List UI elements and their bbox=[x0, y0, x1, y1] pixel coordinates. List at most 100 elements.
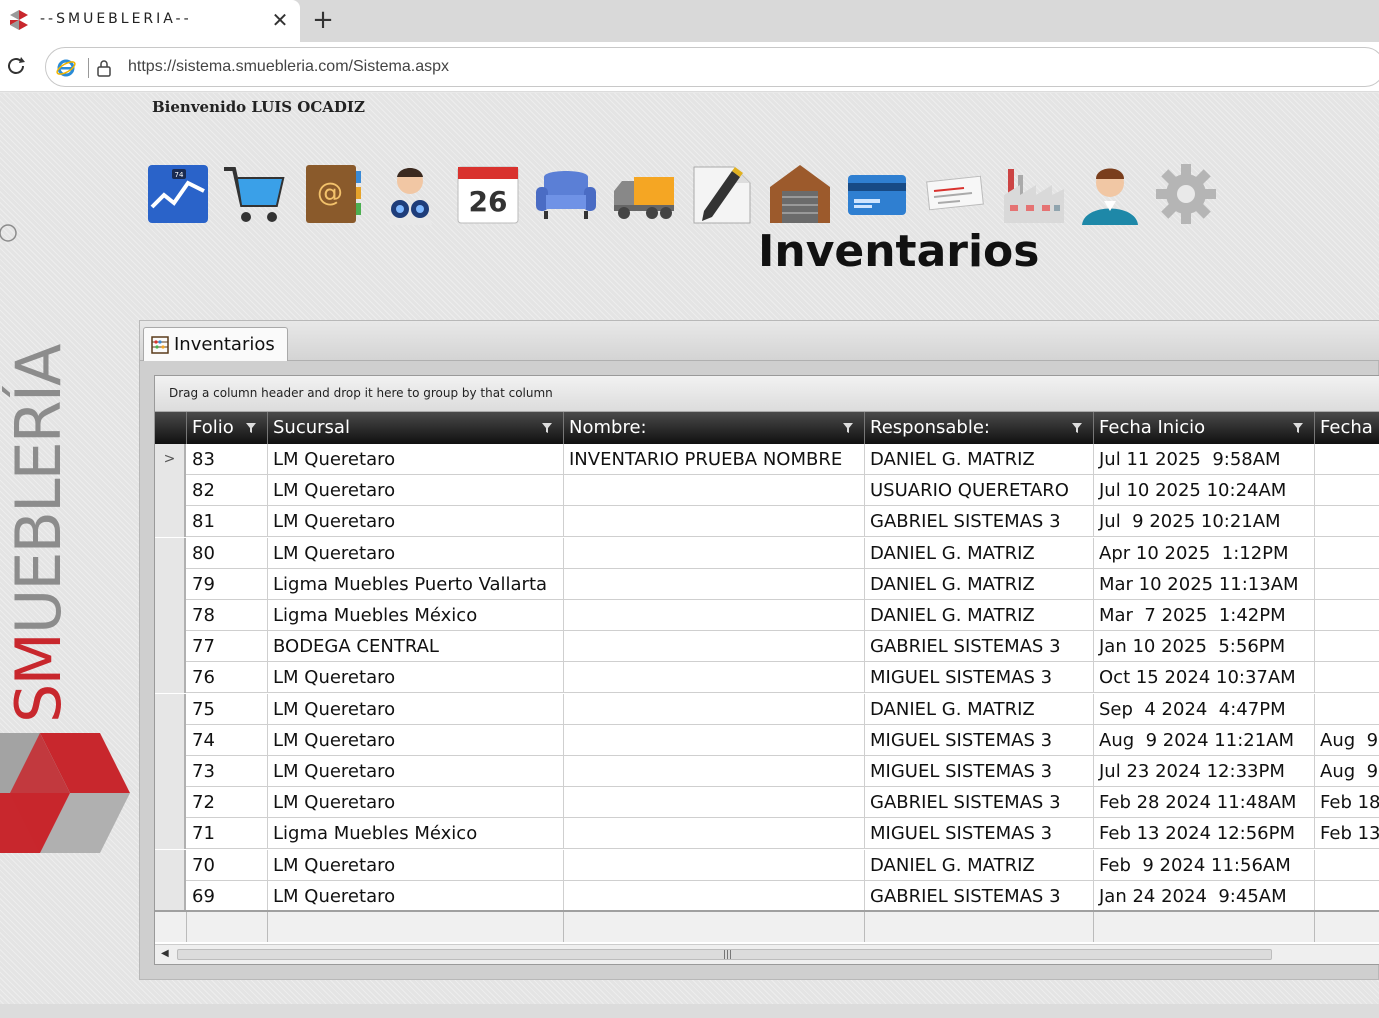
column-header-folio[interactable]: Folio bbox=[187, 412, 268, 444]
cell-sucursal[interactable]: LM Queretaro bbox=[268, 724, 564, 756]
table-row[interactable]: 78 Ligma Muebles México DANIEL G. MATRIZ Ma… bbox=[155, 600, 1379, 631]
cell-folio[interactable]: 73 bbox=[187, 756, 268, 787]
cell-folio[interactable]: 82 bbox=[187, 475, 268, 507]
cell-sucursal[interactable]: LM Queretaro bbox=[268, 537, 564, 569]
column-header-sucursal[interactable]: Sucursal bbox=[268, 412, 564, 444]
cell-fecha-inicio[interactable]: Aug 9 2024 11:21AM bbox=[1094, 724, 1315, 756]
horizontal-scrollbar[interactable]: ◀ ||| bbox=[155, 944, 1379, 964]
row-indicator[interactable] bbox=[155, 475, 186, 507]
cell-nombre[interactable] bbox=[564, 818, 865, 850]
url-input[interactable]: https://sistema.smuebleria.com/Sistema.a… bbox=[45, 47, 1379, 87]
cell-nombre[interactable] bbox=[564, 568, 865, 600]
cell-folio[interactable]: 77 bbox=[187, 631, 268, 663]
cell-nombre[interactable] bbox=[564, 849, 865, 881]
table-row[interactable]: 75 LM Queretaro DANIEL G. MATRIZ Sep 4 2024… bbox=[155, 693, 1379, 725]
row-indicator[interactable] bbox=[155, 600, 186, 631]
cell-fecha-inicio[interactable]: Mar 7 2025 1:42PM bbox=[1094, 600, 1315, 631]
cell-fecha[interactable] bbox=[1315, 850, 1379, 881]
row-indicator[interactable] bbox=[155, 506, 186, 538]
cell-fecha[interactable]: Feb 18 bbox=[1315, 787, 1379, 818]
cell-responsable[interactable]: DANIEL G. MATRIZ bbox=[865, 600, 1094, 631]
cell-fecha[interactable] bbox=[1315, 600, 1379, 631]
warehouse-icon[interactable] bbox=[768, 161, 832, 227]
cell-sucursal[interactable]: LM Queretaro bbox=[268, 880, 564, 910]
cell-nombre[interactable]: INVENTARIO PRUEBA NOMBRE bbox=[564, 444, 865, 475]
cell-fecha[interactable] bbox=[1315, 881, 1379, 910]
table-row[interactable]: 82 LM Queretaro USUARIO QUERETARO Jul 10 20… bbox=[155, 475, 1379, 507]
row-indicator[interactable] bbox=[155, 537, 186, 569]
check-icon[interactable] bbox=[924, 161, 988, 227]
row-indicator[interactable] bbox=[155, 724, 186, 756]
cell-folio[interactable]: 72 bbox=[187, 787, 268, 819]
notepad-pencil-icon[interactable] bbox=[690, 161, 754, 227]
cell-folio[interactable]: 70 bbox=[187, 849, 268, 881]
browser-tab[interactable]: --SMUEBLERIA-- ✕ bbox=[0, 0, 300, 42]
cell-folio[interactable]: 83 bbox=[187, 444, 268, 475]
credit-card-icon[interactable] bbox=[846, 161, 910, 227]
cell-folio[interactable]: 81 bbox=[187, 506, 268, 538]
cell-folio[interactable]: 74 bbox=[187, 724, 268, 756]
filter-icon[interactable] bbox=[1292, 422, 1304, 434]
cell-fecha-inicio[interactable]: Jul 11 2025 9:58AM bbox=[1094, 444, 1315, 475]
row-indicator[interactable] bbox=[155, 662, 186, 694]
filter-icon[interactable] bbox=[245, 422, 257, 434]
cell-fecha-inicio[interactable]: Mar 10 2025 11:13AM bbox=[1094, 568, 1315, 600]
user-icon[interactable] bbox=[1078, 161, 1142, 227]
cell-folio[interactable]: 75 bbox=[187, 693, 268, 725]
group-by-panel[interactable]: Drag a column header and drop it here to… bbox=[155, 376, 1379, 412]
table-row[interactable]: 81 LM Queretaro GABRIEL SISTEMAS 3 Jul 9 20… bbox=[155, 506, 1379, 538]
cell-fecha[interactable] bbox=[1315, 662, 1379, 693]
new-tab-button[interactable]: + bbox=[310, 5, 336, 35]
table-row[interactable]: 72 LM Queretaro GABRIEL SISTEMAS 3 Feb 28 2… bbox=[155, 787, 1379, 819]
table-row[interactable]: 70 LM Queretaro DANIEL G. MATRIZ Feb 9 2024… bbox=[155, 849, 1379, 881]
row-indicator[interactable] bbox=[155, 880, 186, 910]
cell-responsable[interactable]: MIGUEL SISTEMAS 3 bbox=[865, 724, 1094, 756]
cell-responsable[interactable]: DANIEL G. MATRIZ bbox=[865, 537, 1094, 569]
cell-responsable[interactable]: DANIEL G. MATRIZ bbox=[865, 693, 1094, 725]
lock-icon[interactable] bbox=[96, 59, 112, 77]
cell-folio[interactable]: 71 bbox=[187, 818, 268, 850]
row-indicator[interactable] bbox=[155, 568, 186, 600]
row-indicator[interactable] bbox=[155, 849, 186, 881]
column-header-fecha-inicio[interactable]: Fecha Inicio bbox=[1094, 412, 1315, 444]
reload-icon[interactable] bbox=[4, 54, 28, 78]
cell-responsable[interactable]: GABRIEL SISTEMAS 3 bbox=[865, 631, 1094, 663]
table-row[interactable]: 69 LM Queretaro GABRIEL SISTEMAS 3 Jan 24 2… bbox=[155, 880, 1379, 910]
cell-fecha-inicio[interactable]: Apr 10 2025 1:12PM bbox=[1094, 537, 1315, 569]
cell-folio[interactable]: 80 bbox=[187, 537, 268, 569]
cell-nombre[interactable] bbox=[564, 537, 865, 569]
cell-responsable[interactable]: MIGUEL SISTEMAS 3 bbox=[865, 662, 1094, 694]
cell-nombre[interactable] bbox=[564, 475, 865, 507]
calendar-icon[interactable]: 26 bbox=[456, 161, 520, 227]
cell-fecha-inicio[interactable]: Jul 9 2025 10:21AM bbox=[1094, 506, 1315, 538]
scroll-left-icon[interactable]: ◀ bbox=[161, 948, 169, 959]
settings-gear-icon[interactable] bbox=[1154, 161, 1218, 227]
close-tab-icon[interactable]: ✕ bbox=[268, 8, 292, 32]
cell-sucursal[interactable]: Ligma Muebles México bbox=[268, 818, 564, 850]
cell-sucursal[interactable]: LM Queretaro bbox=[268, 693, 564, 725]
cell-sucursal[interactable]: LM Queretaro bbox=[268, 475, 564, 507]
cell-fecha-inicio[interactable]: Jan 24 2024 9:45AM bbox=[1094, 880, 1315, 910]
cell-fecha-inicio[interactable]: Feb 13 2024 12:56PM bbox=[1094, 818, 1315, 850]
cell-sucursal[interactable]: LM Queretaro bbox=[268, 662, 564, 694]
sofa-icon[interactable] bbox=[534, 161, 598, 227]
cell-nombre[interactable] bbox=[564, 724, 865, 756]
cell-sucursal[interactable]: LM Queretaro bbox=[268, 444, 564, 475]
row-indicator[interactable]: > bbox=[155, 444, 186, 475]
table-row[interactable]: >83 LM Queretaro INVENTARIO PRUEBA NOMBRE D… bbox=[155, 444, 1379, 475]
table-row[interactable]: 76 LM Queretaro MIGUEL SISTEMAS 3 Oct 15 20… bbox=[155, 662, 1379, 694]
cell-responsable[interactable]: DANIEL G. MATRIZ bbox=[865, 849, 1094, 881]
column-header-responsable[interactable]: Responsable: bbox=[865, 412, 1094, 444]
cell-fecha[interactable] bbox=[1315, 631, 1379, 662]
cell-fecha-inicio[interactable]: Jan 10 2025 5:56PM bbox=[1094, 631, 1315, 663]
cell-nombre[interactable] bbox=[564, 880, 865, 910]
cell-fecha-inicio[interactable]: Feb 9 2024 11:56AM bbox=[1094, 849, 1315, 881]
binoculars-user-icon[interactable] bbox=[378, 161, 442, 227]
cell-fecha-inicio[interactable]: Jul 10 2025 10:24AM bbox=[1094, 475, 1315, 507]
shopping-cart-icon[interactable] bbox=[222, 161, 286, 227]
cell-responsable[interactable]: DANIEL G. MATRIZ bbox=[865, 444, 1094, 475]
table-row[interactable]: 80 LM Queretaro DANIEL G. MATRIZ Apr 10 202… bbox=[155, 537, 1379, 569]
cell-fecha[interactable] bbox=[1315, 694, 1379, 725]
cell-sucursal[interactable]: LM Queretaro bbox=[268, 506, 564, 538]
cell-responsable[interactable]: MIGUEL SISTEMAS 3 bbox=[865, 756, 1094, 787]
